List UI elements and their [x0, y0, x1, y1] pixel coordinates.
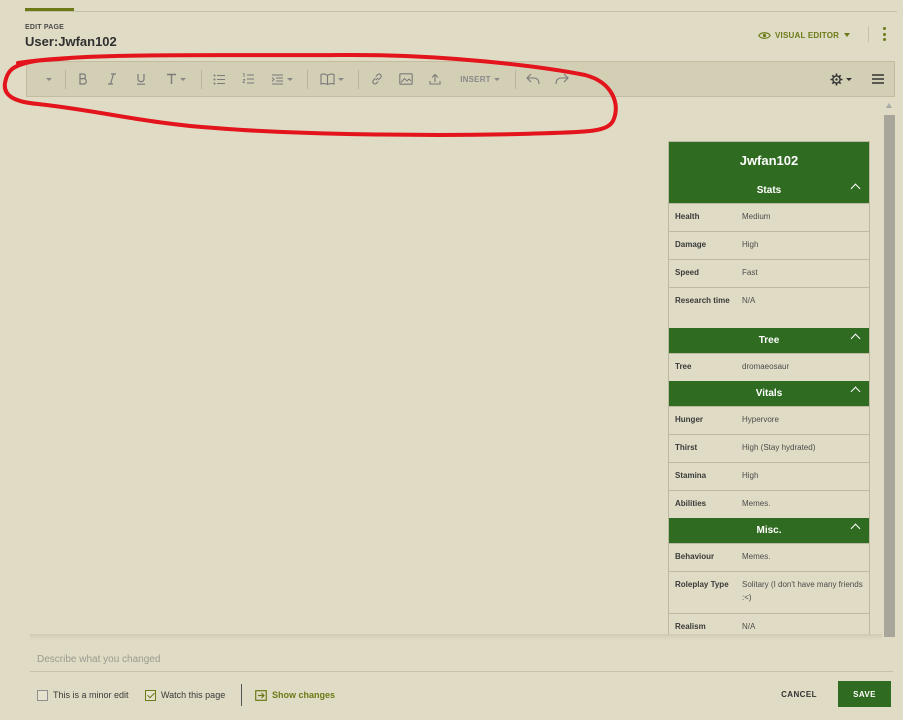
chevron-down-icon [46, 77, 52, 81]
infobox-row: Behaviour Memes. [669, 543, 869, 571]
indent-dropdown[interactable] [268, 62, 296, 96]
header-divider [25, 11, 897, 12]
show-changes-label: Show changes [272, 690, 336, 700]
scroll-up-arrow-icon[interactable] [886, 103, 892, 108]
infobox-row: Health Medium [669, 203, 869, 231]
image-icon [399, 73, 413, 85]
eye-icon [758, 31, 771, 39]
compare-icon [255, 689, 267, 701]
gear-icon [830, 73, 843, 85]
infobox-row: Speed Fast [669, 259, 869, 287]
more-options-icon[interactable] [878, 26, 890, 42]
chevron-down-icon [338, 77, 344, 81]
editor-mode-label: VISUAL EDITOR [775, 30, 840, 40]
paragraph-format-dropdown[interactable] [39, 62, 59, 96]
infobox-row: Research time N/A [669, 287, 869, 328]
chevron-down-icon [844, 33, 851, 37]
link-icon [372, 73, 382, 85]
editor-toolbar: INSERT [26, 61, 895, 97]
upload-button[interactable] [427, 62, 443, 96]
page-title: User:Jwfan102 [25, 34, 117, 49]
scroll-thumb[interactable] [884, 115, 895, 637]
header-separator [868, 26, 869, 42]
infobox-section-header[interactable]: Vitals [669, 381, 869, 406]
watch-page-option[interactable]: Watch this page [145, 688, 225, 702]
toolbar-separator [307, 70, 308, 89]
bold-button[interactable] [75, 62, 91, 96]
infobox-row: Tree dromaeosaur [669, 353, 869, 381]
save-button[interactable]: SAVE [838, 681, 891, 707]
upload-icon [429, 73, 441, 85]
editor-mode-switch[interactable]: VISUAL EDITOR [758, 28, 851, 42]
chevron-up-icon [850, 333, 861, 344]
italic-button[interactable] [104, 62, 120, 96]
infobox-row: Stamina High [669, 462, 869, 490]
underline-button[interactable] [133, 62, 149, 96]
minor-edit-option[interactable]: This is a minor edit [37, 688, 129, 702]
infobox-row: Damage High [669, 231, 869, 259]
redo-button[interactable] [554, 62, 570, 96]
cancel-button[interactable]: CANCEL [771, 683, 827, 705]
edit-summary-input[interactable] [30, 648, 893, 672]
toolbar-separator [358, 70, 359, 89]
minor-edit-checkbox[interactable] [37, 689, 48, 701]
chevron-up-icon [850, 183, 861, 194]
watch-page-label: Watch this page [161, 690, 226, 700]
edit-page-label: EDIT PAGE [25, 24, 65, 31]
italic-icon [108, 73, 116, 85]
toolbar-separator [201, 70, 202, 89]
chevron-down-icon [180, 77, 186, 81]
toolbar-separator [65, 70, 66, 89]
footer-separator [241, 684, 242, 706]
bullet-list-button[interactable] [211, 62, 227, 96]
page-settings-dropdown[interactable] [827, 62, 855, 96]
infobox-title: Jwfan102 [669, 142, 869, 178]
bold-icon [79, 73, 87, 85]
infobox-section-header[interactable]: Misc. [669, 518, 869, 543]
minor-edit-label: This is a minor edit [53, 690, 129, 700]
content-bottom-shadow [30, 634, 882, 640]
page-options-menu[interactable] [869, 62, 887, 96]
chevron-down-icon [287, 77, 293, 81]
infobox-section-header[interactable]: Tree [669, 328, 869, 353]
chevron-down-icon [846, 77, 852, 81]
show-changes-button[interactable]: Show changes [255, 688, 335, 702]
text-style-dropdown[interactable] [162, 62, 190, 96]
insert-label: INSERT [460, 74, 491, 84]
cite-dropdown[interactable] [317, 62, 347, 96]
link-button[interactable] [369, 62, 385, 96]
media-button[interactable] [398, 62, 414, 96]
chevron-up-icon [850, 523, 861, 534]
infobox-row: Thirst High (Stay hydrated) [669, 434, 869, 462]
underline-icon [137, 74, 145, 85]
insert-dropdown[interactable]: INSERT [455, 62, 505, 96]
content-scrollbar[interactable] [883, 100, 896, 637]
book-icon [320, 73, 335, 85]
chevron-down-icon [493, 77, 500, 81]
infobox-section-header[interactable]: Stats [669, 178, 869, 203]
infobox: Jwfan102 Stats Health Medium Damage High S… [668, 141, 870, 637]
redo-icon [555, 73, 569, 85]
infobox-row: Roleplay Type Solitary (I don't have many… [669, 571, 869, 613]
text-style-icon [167, 73, 176, 84]
undo-icon [526, 73, 540, 85]
undo-button[interactable] [525, 62, 541, 96]
chevron-up-icon [850, 386, 861, 397]
bullet-list-icon [213, 74, 225, 84]
infobox-row: Abilities Memes. [669, 490, 869, 518]
numbered-list-button[interactable] [240, 62, 256, 96]
toolbar-separator [515, 70, 516, 89]
infobox-row: Hunger Hypervore [669, 406, 869, 434]
hamburger-menu-icon [872, 74, 884, 84]
indent-icon [271, 74, 283, 84]
numbered-list-icon [241, 73, 254, 84]
watch-page-checkbox[interactable] [145, 689, 156, 701]
